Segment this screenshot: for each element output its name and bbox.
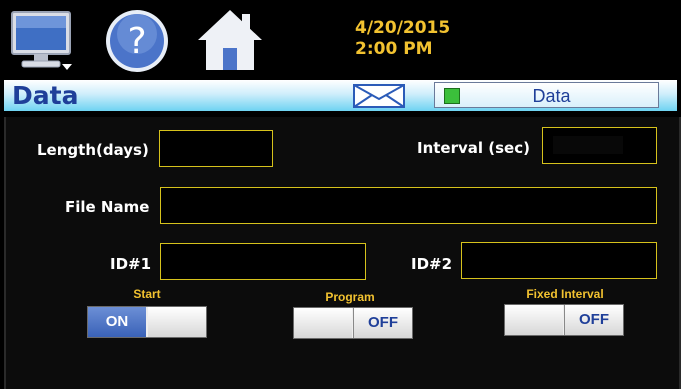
filename-label: File Name (65, 198, 150, 216)
program-toggle[interactable]: OFF (293, 307, 413, 339)
start-toggle-state: ON (88, 307, 146, 337)
fixed-interval-toggle-label: Fixed Interval (526, 287, 604, 301)
title-bar: Data Data (4, 80, 677, 111)
id2-label: ID#2 (411, 255, 453, 273)
data-button-label: Data (532, 86, 571, 106)
id1-field[interactable] (160, 243, 366, 280)
time-text: 2:00 PM (355, 39, 433, 59)
id1-label: ID#1 (110, 255, 152, 273)
help-icon[interactable]: ? (104, 8, 170, 79)
datetime-display: 4/20/2015 2:00 PM (355, 18, 450, 60)
program-toggle-state: OFF (353, 308, 412, 338)
interval-label: Interval (sec) (417, 139, 530, 157)
start-toggle-label: Start (133, 287, 161, 301)
svg-text:?: ? (127, 21, 146, 62)
length-label: Length(days) (37, 141, 149, 159)
interval-field[interactable] (542, 127, 657, 164)
id2-field[interactable] (461, 242, 657, 279)
envelope-icon[interactable] (353, 84, 405, 113)
fixed-interval-toggle-state: OFF (564, 305, 623, 335)
home-icon[interactable] (196, 6, 264, 79)
length-field[interactable] (159, 130, 273, 167)
monitor-icon[interactable] (10, 10, 76, 77)
fixed-interval-toggle[interactable]: OFF (504, 304, 624, 336)
filename-field[interactable] (160, 187, 657, 224)
start-toggle[interactable]: ON (87, 306, 207, 338)
program-toggle-label: Program (325, 290, 375, 304)
page-title: Data (12, 81, 79, 110)
data-button[interactable]: Data (434, 82, 659, 108)
date-text: 4/20/2015 (355, 18, 451, 38)
top-bar: ? 4/20/2015 2:00 PM (0, 0, 681, 80)
